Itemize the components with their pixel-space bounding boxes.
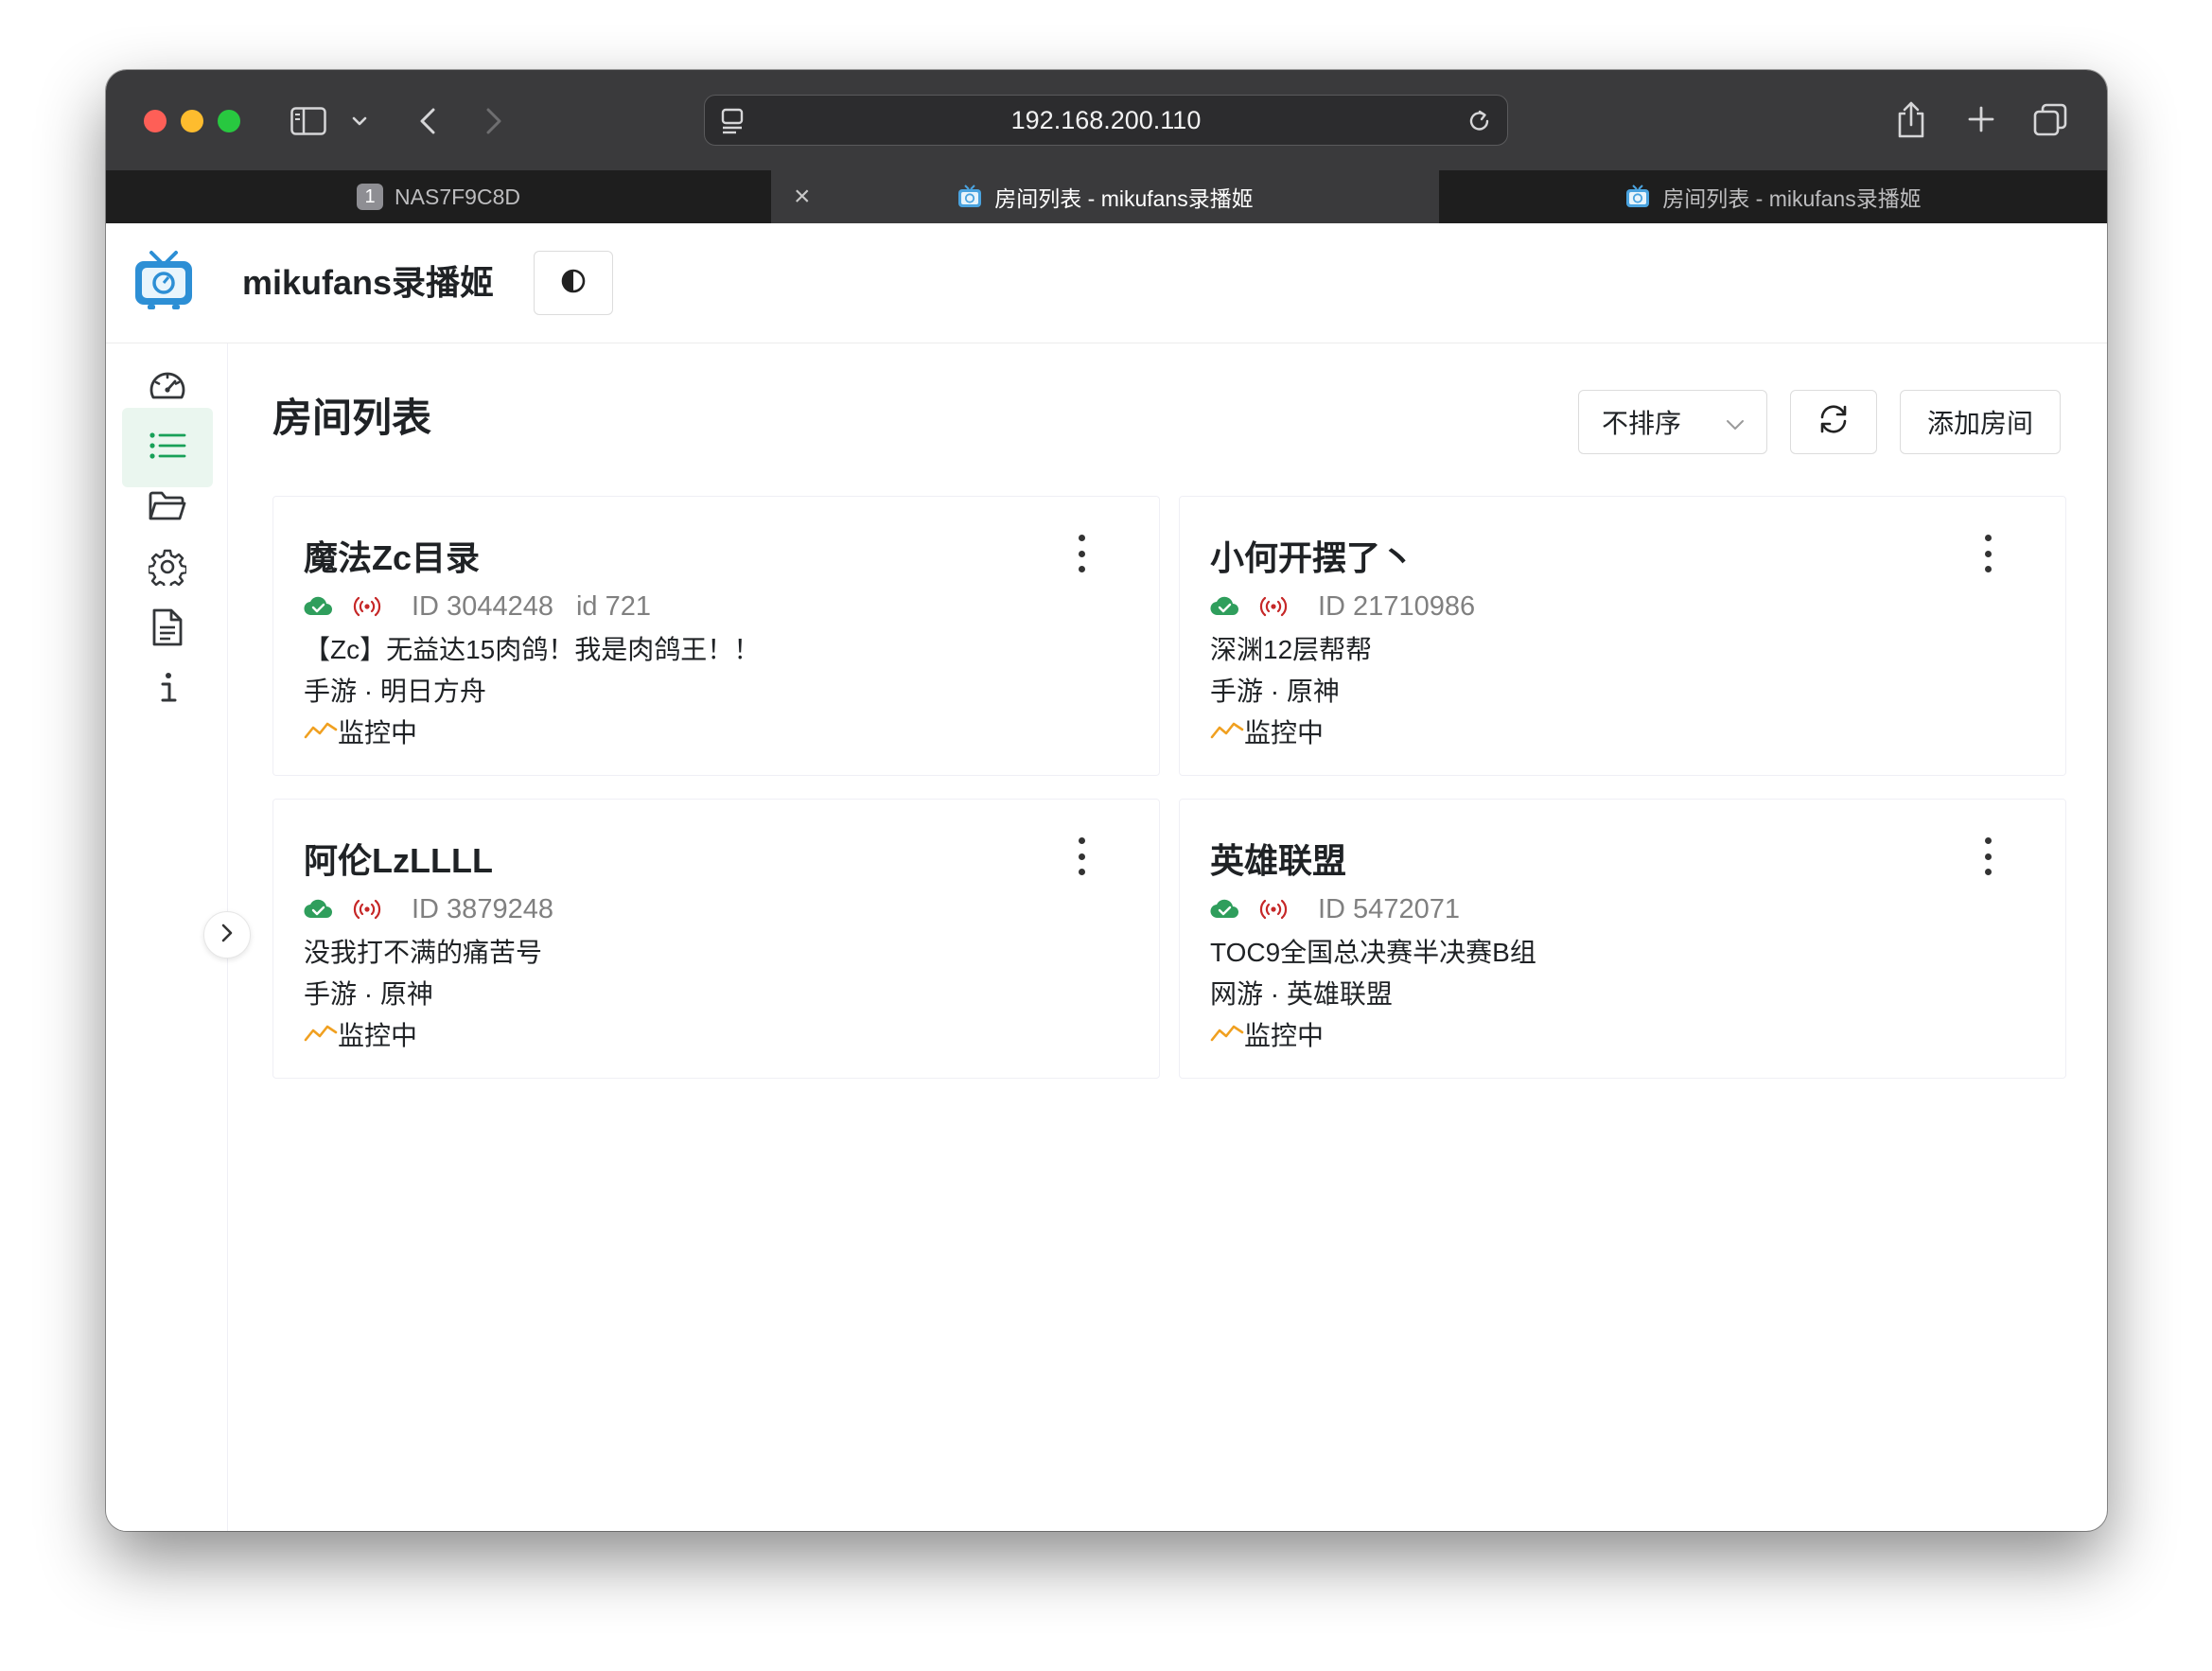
monitor-status: 监控中 bbox=[304, 1015, 417, 1053]
monitor-status-label: 监控中 bbox=[338, 718, 418, 748]
room-id: ID 3044248 bbox=[412, 590, 553, 622]
room-area: 手游 · 明日方舟 bbox=[304, 677, 486, 706]
new-tab-icon[interactable] bbox=[1966, 104, 1996, 134]
tab-label: NAS7F9C8D bbox=[395, 184, 520, 209]
live-title: 深渊12层帮帮 bbox=[1210, 635, 1373, 664]
minimize-window-button[interactable] bbox=[181, 110, 203, 132]
room-card: 小何开摆了丶 ID 21710986 深渊12层帮帮 手游 · 原神 监控中 bbox=[1179, 496, 2066, 776]
room-id: ID 5472071 bbox=[1318, 893, 1460, 924]
gear-icon bbox=[147, 548, 188, 590]
sidebar-item-about[interactable] bbox=[122, 650, 213, 730]
refresh-icon bbox=[1817, 404, 1850, 440]
trend-icon bbox=[304, 716, 338, 747]
tab-room-list-active[interactable]: × 房间列表 - mikufans录播姬 bbox=[771, 170, 1439, 223]
tab-room-list[interactable]: 房间列表 - mikufans录播姬 bbox=[1439, 170, 2107, 223]
tab-number-badge: 1 bbox=[357, 184, 384, 210]
more-menu-icon[interactable] bbox=[1982, 535, 1993, 572]
app-header: mikufans录播姬 bbox=[106, 223, 2107, 343]
browser-window: 192.168.200.110 1 NAS7F9C8D × 房间列表 - mik… bbox=[106, 70, 2107, 1531]
cloud-check-icon bbox=[1210, 899, 1238, 920]
tv-favicon-icon bbox=[957, 185, 983, 209]
list-icon bbox=[149, 431, 186, 465]
sidebar-toggle-icon[interactable] bbox=[290, 104, 327, 138]
chevron-down-icon[interactable] bbox=[348, 108, 371, 134]
add-room-button[interactable]: 添加房间 bbox=[1900, 390, 2061, 454]
folder-icon bbox=[148, 490, 187, 527]
refresh-button[interactable] bbox=[1790, 390, 1877, 454]
broadcast-icon bbox=[1259, 596, 1288, 617]
room-meta: ID 21710986 bbox=[1210, 588, 1498, 625]
more-menu-icon[interactable] bbox=[1076, 837, 1087, 875]
broadcast-icon bbox=[353, 899, 381, 920]
speedometer-icon bbox=[148, 367, 187, 408]
room-card: 英雄联盟 ID 5472071 TOC9全国总决赛半决赛B组 网游 · 英雄联盟… bbox=[1179, 799, 2066, 1079]
room-area: 手游 · 原神 bbox=[1210, 677, 1340, 706]
room-card: 阿伦LzLLLL ID 3879248 没我打不满的痛苦号 手游 · 原神 监控… bbox=[272, 799, 1160, 1079]
cloud-check-icon bbox=[1210, 596, 1238, 617]
room-meta: ID 3044248 id 721 bbox=[304, 588, 651, 625]
trend-icon bbox=[304, 1019, 338, 1049]
room-title: 魔法Zc目录 bbox=[304, 538, 481, 577]
tab-overview-icon[interactable] bbox=[2032, 102, 2068, 138]
room-short-id: id 721 bbox=[575, 590, 651, 622]
zoom-window-button[interactable] bbox=[218, 110, 240, 132]
more-menu-icon[interactable] bbox=[1982, 837, 1993, 875]
live-title: 【Zc】无益达15肉鸽！我是肉鸽王！！ bbox=[304, 635, 761, 664]
tv-logo-icon bbox=[132, 250, 195, 312]
cloud-check-icon bbox=[304, 596, 332, 617]
tab-label: 房间列表 - mikufans录播姬 bbox=[994, 186, 1254, 211]
more-menu-icon[interactable] bbox=[1076, 535, 1087, 572]
reload-icon[interactable] bbox=[1466, 107, 1494, 135]
broadcast-icon bbox=[353, 596, 381, 617]
room-meta: ID 5472071 bbox=[1210, 890, 1483, 928]
url-text: 192.168.200.110 bbox=[1010, 106, 1202, 134]
room-title: 阿伦LzLLLL bbox=[304, 841, 493, 880]
monitor-status-label: 监控中 bbox=[1244, 718, 1325, 748]
browser-toolbar: 192.168.200.110 bbox=[106, 70, 2107, 170]
room-title: 小何开摆了丶 bbox=[1210, 538, 1415, 577]
info-icon bbox=[158, 672, 177, 709]
trend-icon bbox=[1210, 1019, 1244, 1049]
monitor-status-label: 监控中 bbox=[1244, 1021, 1325, 1050]
chevron-right-icon bbox=[220, 923, 234, 948]
tab-label: 房间列表 - mikufans录播姬 bbox=[1662, 186, 1922, 211]
chevron-down-icon bbox=[1725, 412, 1746, 442]
room-title: 英雄联盟 bbox=[1210, 841, 1347, 880]
tab-bar: 1 NAS7F9C8D × 房间列表 - mikufans录播姬 房间列表 - … bbox=[106, 170, 2107, 224]
tab-nas[interactable]: 1 NAS7F9C8D bbox=[106, 170, 771, 223]
share-icon[interactable] bbox=[1894, 98, 1928, 140]
room-id: ID 21710986 bbox=[1318, 590, 1476, 622]
monitor-status-label: 监控中 bbox=[338, 1021, 418, 1050]
live-title: 没我打不满的痛苦号 bbox=[304, 938, 543, 967]
address-bar[interactable]: 192.168.200.110 bbox=[704, 95, 1508, 146]
monitor-status: 监控中 bbox=[1210, 1015, 1324, 1053]
contrast-icon bbox=[560, 268, 587, 299]
sidebar bbox=[106, 343, 251, 1531]
cloud-check-icon bbox=[304, 899, 332, 920]
theme-toggle-button[interactable] bbox=[534, 251, 613, 315]
live-title: TOC9全国总决赛半决赛B组 bbox=[1210, 938, 1536, 967]
sort-select[interactable]: 不排序 bbox=[1578, 390, 1767, 454]
sidebar-expand-button[interactable] bbox=[203, 911, 251, 959]
room-card: 魔法Zc目录 ID 3044248 id 721 【Zc】无益达15肉鸽！我是肉… bbox=[272, 496, 1160, 776]
close-tab-icon[interactable]: × bbox=[794, 170, 811, 223]
trend-icon bbox=[1210, 716, 1244, 747]
sort-select-value: 不排序 bbox=[1602, 409, 1682, 438]
room-area: 网游 · 英雄联盟 bbox=[1210, 979, 1393, 1009]
back-icon[interactable] bbox=[413, 104, 442, 138]
broadcast-icon bbox=[1259, 899, 1288, 920]
room-meta: ID 3879248 bbox=[304, 890, 576, 928]
app-title: mikufans录播姬 bbox=[242, 263, 495, 302]
close-window-button[interactable] bbox=[144, 110, 167, 132]
page-title: 房间列表 bbox=[272, 396, 432, 440]
room-area: 手游 · 原神 bbox=[304, 979, 433, 1009]
room-id: ID 3879248 bbox=[412, 893, 553, 924]
monitor-status: 监控中 bbox=[304, 712, 417, 750]
tv-favicon-icon bbox=[1624, 185, 1651, 209]
document-icon bbox=[151, 607, 184, 652]
forward-icon[interactable] bbox=[480, 104, 508, 138]
monitor-status: 监控中 bbox=[1210, 712, 1324, 750]
